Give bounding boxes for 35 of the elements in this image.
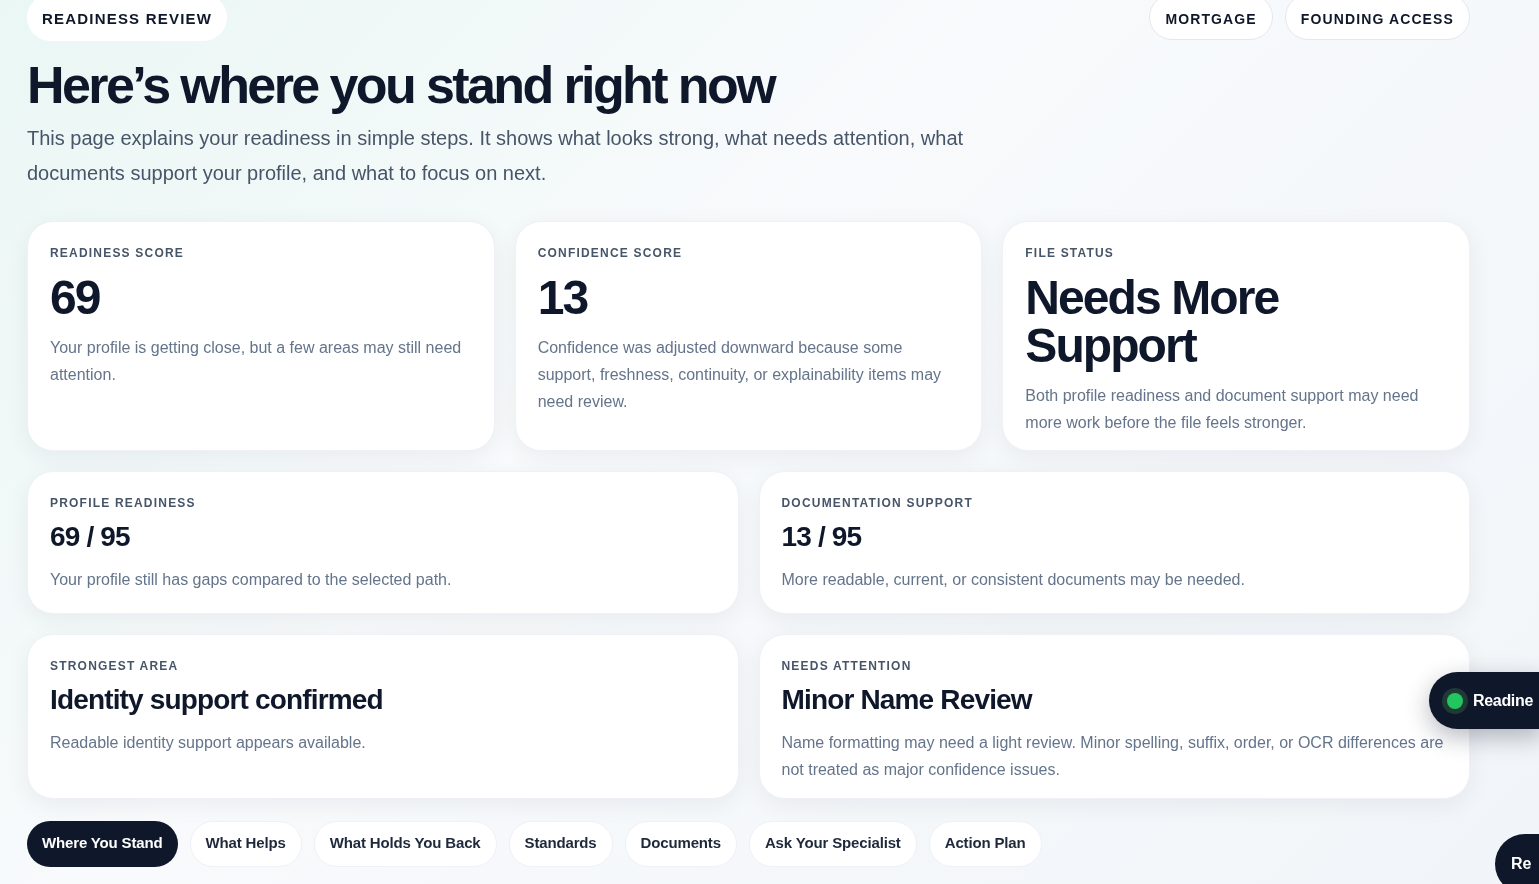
section-tab[interactable]: Where You Stand <box>27 820 178 867</box>
card-description: Readable identity support appears available. <box>50 732 367 753</box>
card-label: CONFIDENCE SCORE <box>537 244 684 262</box>
section-tab[interactable]: Ask Your Specialist <box>748 820 917 867</box>
section-tab[interactable]: Standards <box>508 820 613 867</box>
section-tab[interactable]: What Helps <box>189 820 302 867</box>
card-description: Confidence was adjusted downward because some support, freshness, continuity, or explainability items may need review. <box>537 337 943 412</box>
card-value: 13 <box>537 273 589 322</box>
card-label: READINESS SCORE <box>50 244 186 262</box>
section-tab[interactable]: Action Plan <box>928 820 1042 867</box>
tag-badge: MORTGAGE <box>1149 0 1273 40</box>
floating-action-button[interactable]: Re <box>1495 834 1539 884</box>
card-value: Minor Name Review <box>781 682 1034 717</box>
section-badge: READINESS REVIEW <box>27 0 228 41</box>
section-tab[interactable]: Documents <box>624 820 737 867</box>
intro-paragraph: This page explains your readiness in simple steps. It shows what looks strong, what needs attention, what documents support your profile, and what to focus on next. <box>27 125 965 186</box>
card-description: Your profile still has gaps compared to the selected path. <box>50 569 453 590</box>
floating-status-button[interactable]: Readine <box>1429 672 1539 729</box>
card-label: PROFILE READINESS <box>50 494 197 512</box>
page-title: Here’s where you stand right now <box>27 54 776 115</box>
card-value: 13 / 95 <box>781 519 863 554</box>
card-label: NEEDS ATTENTION <box>781 657 913 675</box>
tag-badge: FOUNDING ACCESS <box>1284 0 1470 40</box>
card-description: Name formatting may need a light review. Minor spelling, suffix, order, or OCR differences are not treated as major confidence issues. <box>781 732 1445 780</box>
card-value: Identity support confirmed <box>50 682 384 717</box>
card-description: More readable, current, or consistent documents may be needed. <box>781 569 1246 590</box>
card-description: Your profile is getting close, but a few areas may still need attention. <box>50 337 463 385</box>
card-description: Both profile readiness and document support may need more work before the file feels stronger. <box>1025 385 1420 433</box>
section-tab[interactable]: What Holds You Back <box>313 820 497 867</box>
card-label: FILE STATUS <box>1025 244 1116 262</box>
card-value: 69 / 95 <box>50 519 131 554</box>
card-value: 69 <box>50 273 101 322</box>
card-value: Needs More Support <box>1025 273 1280 370</box>
card-label: DOCUMENTATION SUPPORT <box>781 494 974 512</box>
card-label: STRONGEST AREA <box>50 657 180 675</box>
